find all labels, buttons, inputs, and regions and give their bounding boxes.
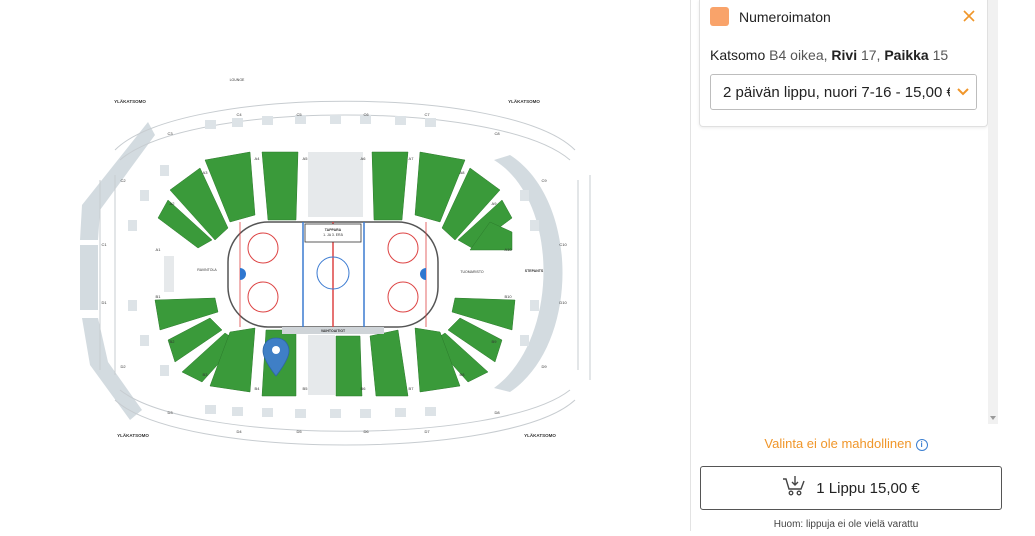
stand-D4: D4 (236, 429, 242, 434)
seat-key: Paikka (884, 47, 929, 63)
stand-B2: B2 (170, 339, 176, 344)
ticket-type-select[interactable]: 2 päivän lippu, nuori 7-16 - 15,00 € (710, 74, 977, 110)
stand-C5: C5 (296, 112, 302, 117)
stand-C8: C8 (494, 131, 500, 136)
stand-A4: A4 (255, 156, 261, 161)
stand-B5: B5 (303, 386, 309, 391)
stand-D6: D6 (363, 429, 369, 434)
scoreboard-label: TAPPARA (325, 228, 342, 232)
ravintola-label: RAVINTOLA (197, 268, 217, 272)
seat-map[interactable]: YLÄKATSOMO YLÄKATSOMO YLÄKATSOMO YLÄKATS… (0, 0, 690, 531)
stand-A1: A1 (156, 247, 162, 252)
close-icon[interactable] (961, 8, 977, 24)
category-color-swatch (710, 7, 729, 26)
stand-C7: C7 (424, 112, 430, 117)
upper-label-tl: YLÄKATSOMO (114, 98, 146, 104)
stand-B1: B1 (156, 294, 162, 299)
stand-C9: C9 (541, 178, 547, 183)
stand-B8: B8 (460, 372, 466, 377)
info-icon[interactable]: i (915, 439, 928, 451)
ticket-type-value: 2 päivän lippu, nuori 7-16 - 15,00 € (723, 84, 955, 101)
stand-D8: D8 (494, 410, 500, 415)
seat-value: 15 (932, 47, 949, 63)
stand-A7: A7 (409, 156, 415, 161)
cart-icon (782, 475, 806, 502)
buy-button-label: 1 Lippu 15,00 € (816, 479, 920, 497)
stepants-label: STEPANTS (525, 269, 544, 273)
stand-C4: C4 (236, 112, 242, 117)
upper-label-br: YLÄKATSOMO (524, 432, 556, 438)
row-key: Rivi (831, 47, 858, 63)
stand-B7: B7 (409, 386, 415, 391)
stand-D7: D7 (424, 429, 430, 434)
row-value: 17, (860, 47, 881, 63)
reservation-note: Huom: lippuja ei ole vielä varattu (773, 519, 919, 530)
stand-A9: A9 (492, 201, 498, 206)
stand-A2: A2 (170, 201, 176, 206)
lounge-label: LOUNGE (230, 78, 245, 82)
stand-A6: A6 (361, 156, 367, 161)
seat-info: Katsomo B4 oikea, Rivi 17, Paikka 15 (710, 47, 948, 63)
category-label: Numeroimaton (739, 9, 831, 25)
stand-B4: B4 (255, 386, 261, 391)
stand-C1: C1 (101, 242, 107, 247)
stand-A3: A3 (203, 170, 209, 175)
vaihtoaitio-label: VAIHTOAITIOT (321, 329, 346, 333)
stand-C3: C3 (167, 131, 173, 136)
svg-text:1. JA 3. ERÄ: 1. JA 3. ERÄ (323, 233, 344, 237)
stand-B6: B6 (361, 386, 367, 391)
section-key: Katsomo (710, 47, 766, 63)
stand-D10: D10 (559, 300, 567, 305)
upper-label-bl: YLÄKATSOMO (117, 432, 149, 438)
tuomaristo-label: TUOMARISTO (460, 270, 484, 274)
panel-scrollbar[interactable] (988, 0, 998, 424)
stand-A5: A5 (303, 156, 309, 161)
stand-B10: B10 (504, 294, 512, 299)
selection-notice: Valinta ei ole mahdollinen i (691, 436, 1001, 451)
stand-D5: D5 (296, 429, 302, 434)
stand-C2: C2 (120, 178, 126, 183)
stand-B3: B3 (203, 372, 209, 377)
stand-A8: A8 (460, 170, 466, 175)
selected-seat-card: Numeroimaton Katsomo B4 oikea, Rivi 17, … (699, 0, 988, 127)
stand-D3: D3 (167, 410, 173, 415)
stand-D2: D2 (120, 364, 126, 369)
stand-D1: D1 (101, 300, 107, 305)
stand-B9: B9 (492, 339, 498, 344)
notice-text: Valinta ei ole mahdollinen (764, 436, 912, 451)
stand-C10: C10 (559, 242, 567, 247)
stand-D9: D9 (541, 364, 547, 369)
scroll-down-icon[interactable] (990, 416, 996, 420)
chevron-down-icon (950, 75, 976, 109)
stand-A10: A10 (504, 247, 512, 252)
buy-button[interactable]: 1 Lippu 15,00 € (700, 466, 1002, 510)
stand-C6: C6 (363, 112, 369, 117)
selection-panel: Numeroimaton Katsomo B4 oikea, Rivi 17, … (691, 0, 1035, 531)
section-value: B4 oikea, (769, 47, 828, 63)
upper-label-tr: YLÄKATSOMO (508, 98, 540, 104)
ice-rink (227, 221, 439, 334)
